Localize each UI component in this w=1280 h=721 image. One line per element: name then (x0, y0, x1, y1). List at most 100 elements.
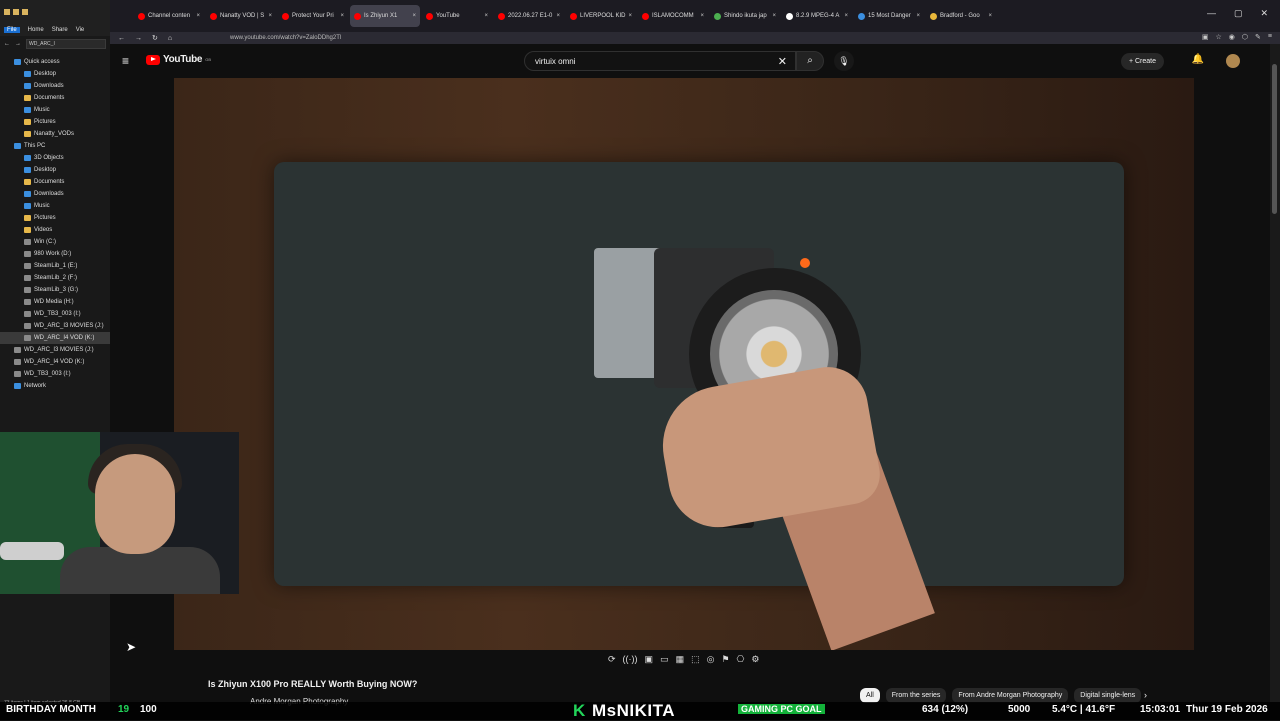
browser-tab[interactable]: YouTube × (422, 5, 492, 27)
close-tab-icon[interactable]: × (772, 13, 776, 19)
flag-icon[interactable]: ⚑ (721, 654, 729, 665)
forward-arrow-icon[interactable]: → (15, 41, 21, 47)
browser-tab[interactable]: ISLAMOCOMM × (638, 5, 708, 27)
maximize-button[interactable]: ▢ (1234, 8, 1243, 19)
tree-item[interactable]: Nanatty_VODs (0, 128, 110, 140)
subtitles-icon[interactable]: ▣ (645, 654, 654, 665)
close-tab-icon[interactable]: × (268, 13, 272, 19)
tree-item[interactable]: 980 Work (D:) (0, 248, 110, 260)
ribbon-share[interactable]: Share (52, 27, 68, 33)
page-scrollbar[interactable] (1270, 44, 1280, 720)
tree-item[interactable]: Desktop (0, 68, 110, 80)
browser-tab[interactable]: 8.2.9 MPEG-4 A × (782, 5, 852, 27)
back-icon[interactable]: ← (118, 35, 125, 42)
tree-item[interactable]: Downloads (0, 80, 110, 92)
filter-chip[interactable]: From Andre Morgan Photography (952, 688, 1069, 703)
close-tab-icon[interactable]: × (556, 13, 560, 19)
filter-chip[interactable]: All (860, 688, 880, 703)
ribbon-file[interactable]: File (4, 27, 20, 33)
minimize-button[interactable]: — (1207, 8, 1216, 19)
ribbon-home[interactable]: Home (28, 27, 44, 33)
url-bar[interactable]: www.youtube.com/watch?v=ZaloDDhg2Tl (230, 33, 930, 43)
ribbon-view[interactable]: Vie (76, 27, 85, 33)
browser-tab[interactable]: Channel conten × (134, 5, 204, 27)
extension-icon[interactable]: ✎ (1255, 33, 1261, 41)
extension-icon[interactable]: ◉ (1229, 33, 1235, 41)
guide-menu-icon[interactable]: ≡ (122, 54, 129, 68)
filter-chip[interactable]: Digital single-lens (1074, 688, 1142, 703)
speed-icon[interactable]: ◎ (707, 654, 715, 665)
tree-item[interactable]: WD Media (H:) (0, 296, 110, 308)
avatar[interactable] (1226, 54, 1240, 68)
close-window-button[interactable]: ✕ (1260, 8, 1268, 19)
back-arrow-icon[interactable]: ← (4, 41, 10, 47)
audio-icon[interactable]: ((·)) (623, 654, 638, 665)
loop-icon[interactable]: ⟳ (608, 654, 616, 665)
close-tab-icon[interactable]: × (412, 13, 416, 19)
close-tab-icon[interactable]: × (916, 13, 920, 19)
extension-icon[interactable]: ▣ (1202, 33, 1209, 41)
search-button[interactable]: ⌕ (796, 51, 824, 71)
browser-tab[interactable]: 2022.06.27 E1-0 × (494, 5, 564, 27)
tree-item[interactable]: Pictures (0, 212, 110, 224)
extension-icon[interactable]: ☆ (1216, 33, 1222, 41)
browser-tab[interactable]: Is Zhiyun X1 × (350, 5, 420, 27)
tree-item[interactable]: SteamLib_3 (G:) (0, 284, 110, 296)
home-icon[interactable]: ⌂ (168, 35, 172, 42)
filter-chip[interactable]: From the series (885, 688, 947, 703)
extension-icon[interactable]: ⬡ (1242, 33, 1248, 41)
cast-icon[interactable]: ⬚ (691, 654, 700, 665)
tree-item[interactable]: Downloads (0, 188, 110, 200)
tree-item[interactable]: WD_ARC_I3 MOVIES (J:) (0, 320, 110, 332)
voice-search-button[interactable]: 🎙 (834, 51, 854, 71)
tree-item[interactable]: 3D Objects (0, 152, 110, 164)
browser-tab[interactable]: Nanatty VOD | S × (206, 5, 276, 27)
menu-icon[interactable]: ≡ (1268, 33, 1272, 41)
theater-icon[interactable]: ▭ (660, 654, 669, 665)
miniplayer-icon[interactable]: ▦ (676, 654, 685, 665)
close-tab-icon[interactable]: × (988, 13, 992, 19)
close-tab-icon[interactable]: × (628, 13, 632, 19)
tree-item[interactable]: WD_TB3_003 (I:) (0, 308, 110, 320)
tree-item[interactable]: Music (0, 200, 110, 212)
tree-item[interactable]: SteamLib_1 (E:) (0, 260, 110, 272)
tree-item[interactable]: WD_ARC_I4 VOD (K:) (0, 332, 110, 344)
notifications-bell-icon[interactable]: 🔔 (1192, 54, 1204, 65)
create-button[interactable]: + Create (1120, 53, 1164, 70)
browser-tab[interactable]: Shindo ikuta jap × (710, 5, 780, 27)
clear-search-icon[interactable]: ✕ (778, 55, 787, 68)
explorer-address-bar[interactable]: WD_ARC_I (26, 39, 106, 49)
tree-item[interactable]: Documents (0, 176, 110, 188)
close-tab-icon[interactable]: × (340, 13, 344, 19)
tree-item[interactable]: Network (0, 380, 110, 392)
tree-item[interactable]: SteamLib_2 (F:) (0, 272, 110, 284)
tree-item[interactable]: Music (0, 104, 110, 116)
video-player[interactable] (174, 78, 1194, 650)
browser-tab[interactable]: Protect Your Pri × (278, 5, 348, 27)
youtube-logo[interactable]: YouTube GB (146, 54, 211, 65)
tree-item[interactable]: This PC (0, 140, 110, 152)
tree-item[interactable]: WD_ARC_I4 VOD (K:) (0, 356, 110, 368)
browser-tab[interactable]: 15 Most Danger × (854, 5, 924, 27)
tree-item[interactable]: Win (C:) (0, 236, 110, 248)
browser-tab[interactable]: Bradford - Goo × (926, 5, 996, 27)
forward-icon[interactable]: → (135, 35, 142, 42)
screenshot-icon[interactable]: ⎔ (737, 654, 745, 665)
tree-item[interactable]: WD_TB3_003 (I:) (0, 368, 110, 380)
scrollbar-thumb[interactable] (1272, 64, 1277, 214)
tree-item[interactable]: Pictures (0, 116, 110, 128)
close-tab-icon[interactable]: × (484, 13, 488, 19)
close-tab-icon[interactable]: × (700, 13, 704, 19)
settings-gear-icon[interactable]: ⚙ (751, 654, 759, 665)
tree-item[interactable]: Quick access (0, 56, 110, 68)
chevron-right-icon[interactable]: › (1144, 690, 1147, 700)
search-input[interactable]: virtuix omni ✕ (524, 51, 796, 71)
tree-item[interactable]: WD_ARC_I3 MOVIES (J:) (0, 344, 110, 356)
close-tab-icon[interactable]: × (196, 13, 200, 19)
tree-item[interactable]: Documents (0, 92, 110, 104)
tree-item[interactable]: Desktop (0, 164, 110, 176)
reload-icon[interactable]: ↻ (152, 34, 158, 42)
tree-item[interactable]: Videos (0, 224, 110, 236)
browser-tab[interactable]: LIVERPOOL KID × (566, 5, 636, 27)
close-tab-icon[interactable]: × (844, 13, 848, 19)
